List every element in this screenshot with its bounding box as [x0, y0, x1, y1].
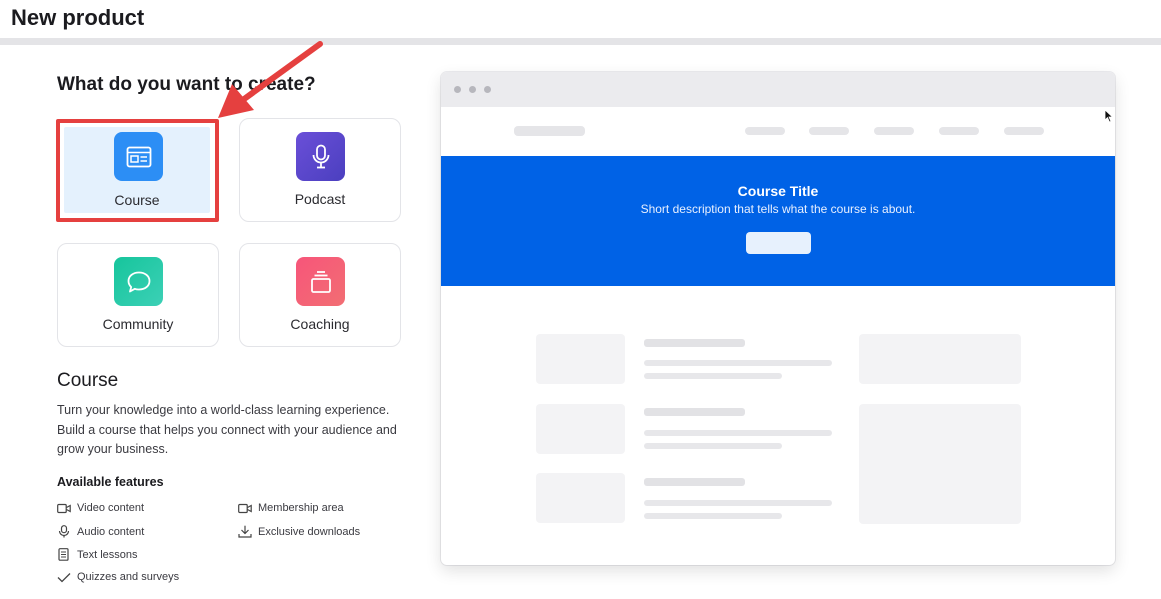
microphone-icon — [58, 525, 70, 538]
header: New product — [0, 0, 1161, 38]
placeholder-nav-link — [745, 127, 785, 135]
placeholder-line — [644, 443, 782, 449]
course-icon — [114, 132, 163, 181]
community-card-label: Community — [102, 316, 174, 332]
placeholder-nav-link — [874, 127, 914, 135]
placeholder-sidebar-card — [859, 404, 1021, 524]
placeholder-line — [644, 408, 745, 416]
placeholder-thumbnail — [536, 473, 625, 523]
feature-label: Audio content — [77, 525, 145, 538]
placeholder-thumbnail — [536, 404, 625, 454]
placeholder-sidebar-card — [859, 334, 1021, 384]
hero-description: Short description that tells what the co… — [640, 202, 916, 216]
placeholder-line — [644, 430, 832, 436]
feature-label: Video content — [77, 502, 145, 514]
annotation-arrow — [218, 41, 323, 118]
feature-item: Audio content — [57, 525, 144, 538]
feature-item: Membership area — [238, 502, 344, 514]
document-icon — [58, 548, 69, 561]
microphone-icon — [296, 132, 345, 181]
preview-hero: Course Title Short description that tell… — [441, 156, 1115, 286]
placeholder-line — [644, 373, 782, 379]
course-card-label: Course — [114, 192, 160, 208]
video-icon — [57, 503, 71, 513]
hero-title: Course Title — [737, 183, 819, 199]
checkmark-icon — [57, 572, 71, 582]
mouse-cursor-icon — [1104, 109, 1114, 123]
feature-item: Quizzes and surveys — [57, 571, 179, 583]
preview-browser: Course Title Short description that tell… — [441, 72, 1115, 565]
window-dot — [469, 86, 476, 93]
feature-label: Exclusive downloads — [258, 525, 361, 538]
placeholder-line — [644, 513, 782, 519]
header-divider — [0, 38, 1161, 45]
coaching-icon — [296, 257, 345, 306]
feature-item: Text lessons — [57, 548, 138, 561]
placeholder-nav-link — [809, 127, 849, 135]
download-icon — [238, 525, 252, 538]
feature-label: Text lessons — [77, 548, 138, 561]
page-title: New product — [11, 5, 145, 30]
placeholder-line — [644, 360, 832, 366]
placeholder-nav-link — [1004, 127, 1044, 135]
course-card[interactable]: Course — [62, 125, 212, 215]
placeholder-logo — [514, 126, 585, 136]
product-type-description: Turn your knowledge into a world-class l… — [57, 403, 397, 456]
preview-navbar — [441, 107, 1115, 156]
podcast-card[interactable]: Podcast — [239, 118, 401, 222]
browser-chrome — [441, 72, 1115, 107]
window-dot — [484, 86, 491, 93]
feature-item: Exclusive downloads — [238, 525, 360, 538]
placeholder-line — [644, 339, 745, 347]
coaching-card[interactable]: Coaching — [239, 243, 401, 347]
product-type-title: Course — [57, 370, 119, 391]
placeholder-thumbnail — [536, 334, 625, 384]
feature-label: Quizzes and surveys — [77, 571, 180, 583]
community-card[interactable]: Community — [57, 243, 219, 347]
window-dot — [454, 86, 461, 93]
coaching-card-label: Coaching — [290, 316, 350, 332]
chat-bubble-icon — [114, 257, 163, 306]
placeholder-line — [644, 478, 745, 486]
feature-item: Video content — [57, 502, 144, 514]
hero-button-placeholder — [746, 232, 811, 254]
placeholder-line — [644, 500, 832, 506]
feature-label: Membership area — [258, 502, 344, 514]
video-icon — [238, 503, 252, 513]
placeholder-nav-link — [939, 127, 979, 135]
features-heading: Available features — [57, 475, 164, 489]
podcast-card-label: Podcast — [294, 191, 346, 207]
